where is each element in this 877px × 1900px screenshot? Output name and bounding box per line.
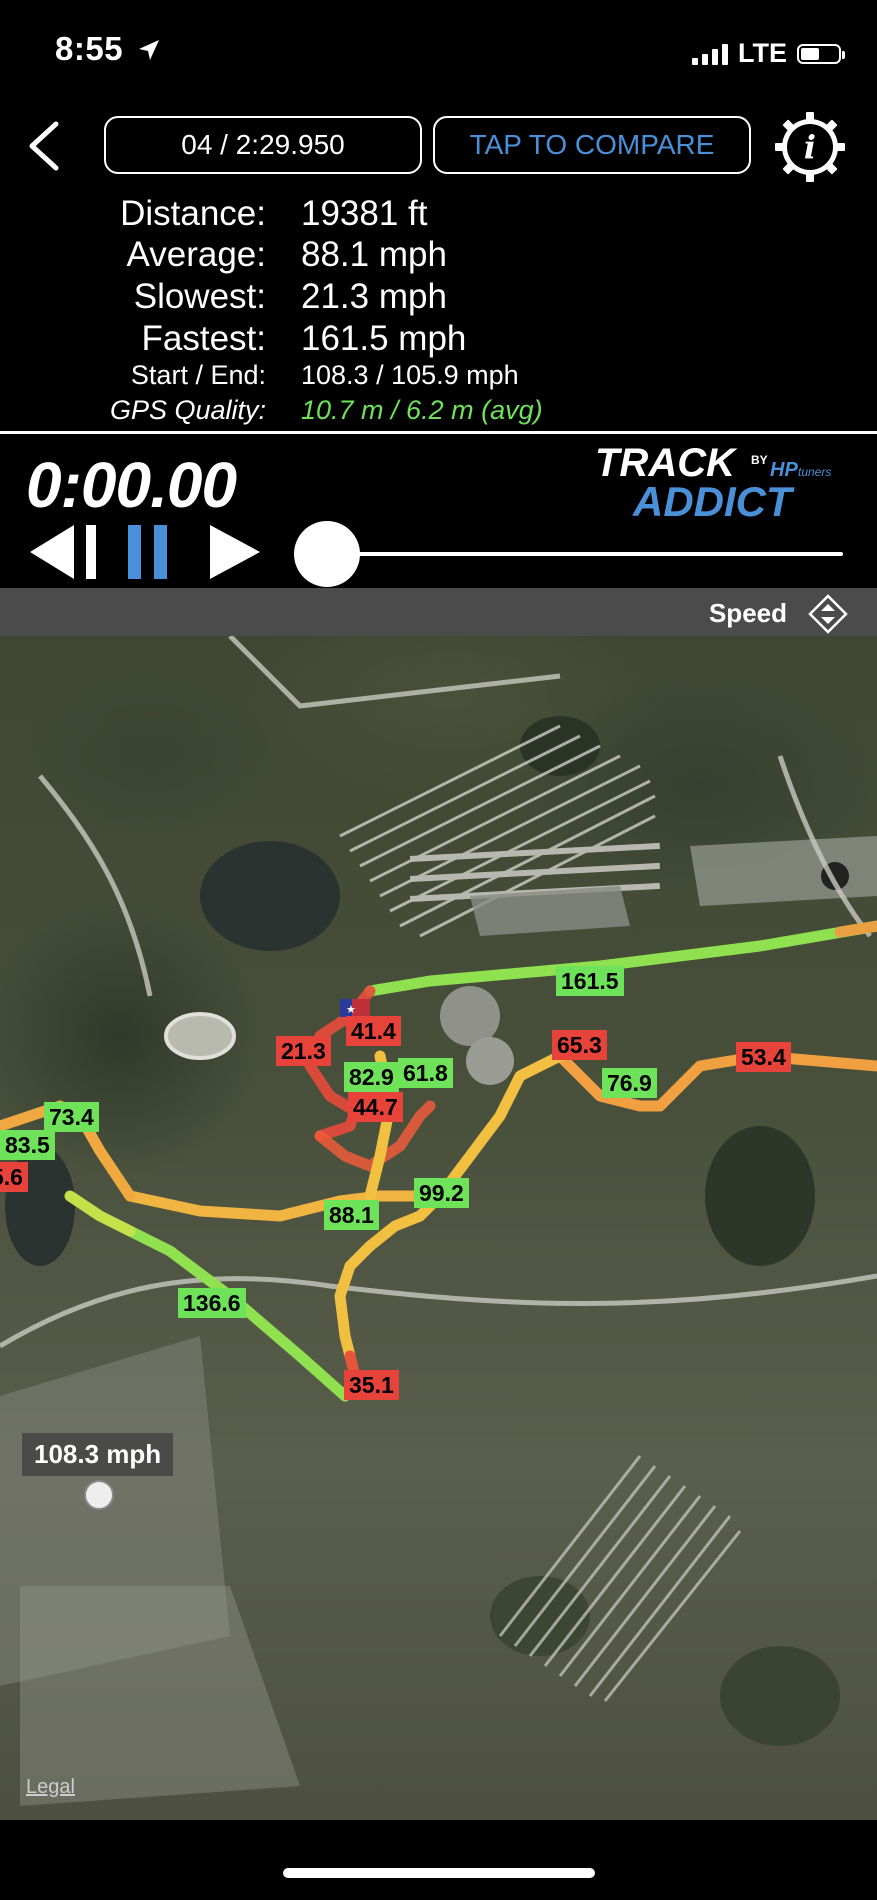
speed-label: 5.6 [0, 1162, 28, 1192]
speed-label: 99.2 [414, 1178, 469, 1208]
playback-slider-track[interactable] [330, 552, 843, 556]
compare-button-label: TAP TO COMPARE [469, 129, 715, 160]
playback-slider-thumb[interactable] [294, 521, 360, 587]
back-button[interactable] [22, 118, 72, 174]
stat-average-value: 88.1 mph [301, 235, 447, 274]
speed-label: 76.9 [602, 1068, 657, 1098]
info-gear-icon: i [775, 112, 845, 182]
stat-slowest-value: 21.3 mph [301, 277, 447, 316]
speed-label: 88.1 [324, 1200, 379, 1230]
stat-start-end-label: Start / End: [130, 360, 266, 390]
logo-by: BY [751, 453, 768, 467]
speed-label: 61.8 [398, 1058, 453, 1088]
compare-button[interactable]: TAP TO COMPARE [433, 116, 751, 174]
svg-text:★: ★ [346, 1003, 356, 1016]
trackaddict-logo: TRACK BY HP tuners ADDICT [595, 440, 835, 525]
stat-fastest-label: Fastest: [141, 319, 266, 358]
play-icon [210, 525, 260, 579]
battery-icon [797, 43, 845, 64]
network-type: LTE [738, 38, 787, 68]
logo-brand-suffix: tuners [798, 465, 831, 479]
signal-icon [692, 43, 728, 65]
lap-selector-label: 04 / 2:29.950 [181, 129, 345, 160]
speed-label: 21.3 [276, 1036, 331, 1066]
logo-line2: ADDICT [632, 478, 795, 520]
stat-distance-value: 19381 ft [301, 194, 428, 233]
satellite-map[interactable]: ★ 161.5 41.4 21.3 82.9 61.8 44.7 65.3 53… [0, 636, 877, 1820]
stat-fastest-value: 161.5 mph [301, 319, 467, 358]
speed-label: 136.6 [178, 1288, 246, 1318]
speed-label: 161.5 [556, 966, 624, 996]
current-position-speed: 108.3 mph [22, 1433, 174, 1476]
speed-label: 44.7 [348, 1092, 403, 1122]
playback-timer: 0:00.00 [26, 449, 237, 521]
home-indicator[interactable] [283, 1868, 595, 1878]
step-back-button[interactable] [28, 522, 104, 582]
info-button[interactable]: i [775, 112, 845, 182]
metric-selector-button[interactable] [808, 594, 848, 634]
speed-label: 73.4 [44, 1102, 99, 1132]
legal-link[interactable]: Legal [26, 1776, 75, 1799]
speed-label: 35.1 [344, 1370, 399, 1400]
lap-selector[interactable]: 04 / 2:29.950 [104, 116, 422, 174]
status-indicators: LTE [692, 38, 845, 69]
stat-gps-label: GPS Quality: [109, 395, 266, 425]
speed-label: 82.9 [344, 1062, 399, 1092]
chevron-left-icon [29, 121, 59, 171]
speed-label: 65.3 [552, 1030, 607, 1060]
stat-slowest-label: Slowest: [133, 277, 266, 316]
current-position-marker[interactable] [84, 1480, 114, 1510]
svg-text:i: i [804, 128, 816, 166]
location-arrow-icon [138, 40, 159, 60]
pause-button[interactable] [128, 522, 170, 582]
stat-average-label: Average: [126, 235, 266, 274]
speed-label: 53.4 [736, 1042, 791, 1072]
status-time-text: 8:55 [55, 30, 124, 67]
flag-icon: ★ [340, 999, 370, 1017]
step-back-icon [30, 525, 96, 579]
stat-start-end-value: 108.3 / 105.9 mph [301, 360, 519, 390]
status-time: 8:55 [55, 30, 161, 68]
metric-label[interactable]: Speed [709, 598, 787, 629]
map-imagery: ★ [0, 636, 877, 1806]
speed-label: 83.5 [0, 1130, 55, 1160]
pause-icon [128, 525, 167, 579]
play-forward-button[interactable] [208, 522, 264, 582]
divider [0, 431, 877, 434]
speed-label: 41.4 [346, 1016, 401, 1046]
diamond-arrows-icon [808, 594, 848, 634]
stat-gps-value: 10.7 m / 6.2 m (avg) [301, 395, 543, 425]
stat-distance-label: Distance: [120, 194, 266, 233]
